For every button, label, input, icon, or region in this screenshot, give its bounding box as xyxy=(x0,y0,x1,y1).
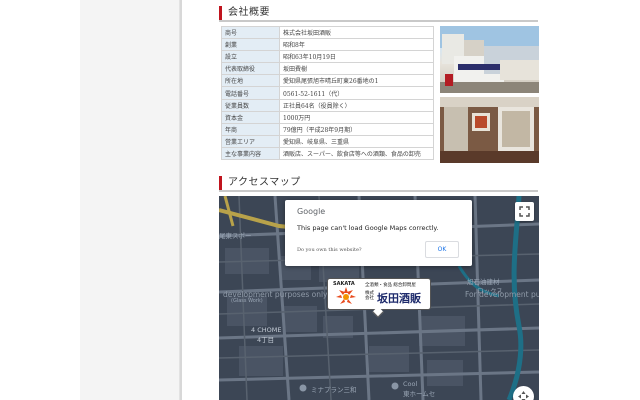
map-label-sports: 尾東スポー xyxy=(219,232,252,240)
access-map-rule xyxy=(219,190,538,192)
table-row: 電話番号 0561-52-1611（代） xyxy=(221,86,434,100)
marker-business-type: 全酒類・食品 総合卸問屋 xyxy=(365,283,416,288)
map-label-poi-sanwa: ミナプラン三和 xyxy=(311,386,357,394)
dialog-ok-button[interactable]: OK xyxy=(425,241,459,258)
map-label-chome-ja: 4丁目 xyxy=(257,336,275,344)
row-value: 79億円（平成28年9月期） xyxy=(279,122,434,136)
map-dev-watermark-right: For development purp xyxy=(465,290,539,299)
row-key: 年商 xyxy=(221,122,280,136)
map-label-poi-cool: Cool xyxy=(403,380,418,388)
row-key: 営業エリア xyxy=(221,134,280,148)
row-key: 資本金 xyxy=(221,110,280,124)
company-map-marker[interactable]: SAKATA 全酒類・食品 総合卸問屋 株式会社 坂田酒販 xyxy=(327,278,431,318)
row-value: 0561-52-1611（代） xyxy=(279,86,434,100)
row-key: 従業員数 xyxy=(221,98,280,112)
row-key: 電話番号 xyxy=(221,86,280,100)
row-key: 主な事業内容 xyxy=(221,146,280,161)
table-row: 従業員数 正社員64名（役員除く） xyxy=(221,98,434,112)
company-overview-rule xyxy=(219,20,538,22)
row-value: 愛知県、岐阜県、三重県 xyxy=(279,134,434,148)
row-value: 1000万円 xyxy=(279,110,434,124)
row-key: 商号 xyxy=(221,25,280,40)
table-row: 創業 昭和8年 xyxy=(221,38,434,52)
table-row: 主な事業内容 酒販店、スーパー、飲食店等への酒類、食品の卸売 xyxy=(221,146,434,161)
map-label-chome-en: 4 CHOME xyxy=(251,326,282,334)
own-website-link[interactable]: Do you own this website? xyxy=(297,247,362,253)
left-sidebar xyxy=(80,0,180,400)
row-value: 酒販店、スーパー、飲食店等への酒類、食品の卸売 xyxy=(279,146,434,161)
right-margin xyxy=(560,0,640,400)
table-row: 所在地 愛知県尾張旭市晴丘町東26番地の1 xyxy=(221,74,434,88)
table-row: 商号 株式会社坂田酒販 xyxy=(221,25,434,40)
row-key: 創業 xyxy=(221,38,280,52)
row-value: 坂田費樹 xyxy=(279,62,434,76)
row-value: 愛知県尾張旭市晴丘町東26番地の1 xyxy=(279,74,434,88)
map-label-poi-homecenter: 東ホームセ xyxy=(403,390,436,398)
table-row: 年商 79億円（平成28年9月期） xyxy=(221,122,434,136)
row-value: 株式会社坂田酒販 xyxy=(279,25,434,40)
row-value: 昭和8年 xyxy=(279,38,434,52)
maps-error-dialog: Google This page can't load Google Maps … xyxy=(285,200,472,266)
interior-photo xyxy=(440,97,539,163)
fullscreen-icon xyxy=(519,206,530,217)
sidebar-divider xyxy=(180,0,182,400)
row-key: 設立 xyxy=(221,50,280,64)
table-row: 代表取締役 坂田費樹 xyxy=(221,62,434,76)
move-icon xyxy=(518,391,529,400)
maps-error-message: This page can't load Google Maps correct… xyxy=(297,224,439,232)
left-margin xyxy=(0,0,80,400)
table-row: 資本金 1000万円 xyxy=(221,110,434,124)
company-info-table: 商号 株式会社坂田酒販 創業 昭和8年 設立 昭和63年10月19日 代表取締役 坂田費樹 所在… xyxy=(221,25,434,161)
table-row: 設立 昭和63年10月19日 xyxy=(221,50,434,64)
row-value: 正社員64名（役員除く） xyxy=(279,98,434,112)
fullscreen-button[interactable] xyxy=(515,202,534,221)
marker-brand: SAKATA xyxy=(333,281,355,287)
building-photo xyxy=(440,26,539,93)
marker-company-name: 坂田酒販 xyxy=(377,292,421,305)
camera-control-button[interactable] xyxy=(513,386,534,400)
row-key: 所在地 xyxy=(221,74,280,88)
main-content: 会社概要 商号 株式会社坂田酒販 創業 昭和8年 設立 昭和63年10月19日 代表取締役坂… xyxy=(183,0,560,400)
row-key: 代表取締役 xyxy=(221,62,280,76)
table-row: 営業エリア 愛知県、岐阜県、三重県 xyxy=(221,134,434,148)
marker-company-type: 株式会社 xyxy=(365,291,374,301)
map-label-glass: (Glass Work) xyxy=(231,298,263,304)
google-logo: Google xyxy=(297,207,326,216)
row-value: 昭和63年10月19日 xyxy=(279,50,434,64)
